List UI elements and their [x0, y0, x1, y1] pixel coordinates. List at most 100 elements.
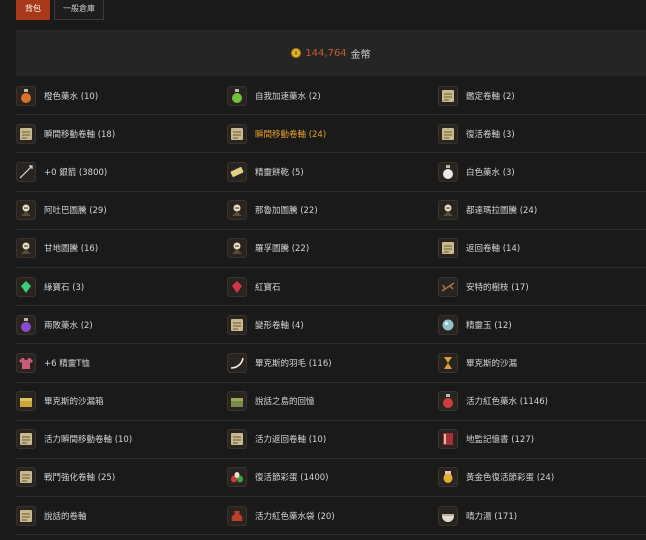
scroll-icon [227, 314, 247, 335]
inventory-item[interactable]: 甘地圖騰 (16) [16, 230, 227, 267]
inventory-item[interactable]: 鑑定卷軸 (2) [438, 77, 646, 114]
inventory-item[interactable]: 瞬間移動卷軸 (18) [16, 115, 227, 152]
eggs-icon [227, 467, 247, 488]
tab-bar: 背包 一般倉庫 [16, 0, 104, 20]
inventory-row: 活力瞬間移動卷軸 (10) 活力返回卷軸 (10) 地監記憶書 (127) [16, 421, 646, 459]
inventory-item[interactable]: 自我加速藥水 (2) [227, 77, 438, 114]
inventory-row: 畢克斯的沙漏箱 說話之島的回憶 活力紅色藥水 (1146) [16, 383, 646, 421]
item-label: 白色藥水 (3) [466, 167, 515, 178]
tshirt-icon [16, 352, 36, 373]
item-label: 活力返回卷軸 (10) [255, 435, 327, 446]
item-label: 瞬間移動卷軸 (18) [44, 129, 116, 140]
inventory-item[interactable]: 活力紅色藥水袋 (20) [227, 497, 438, 534]
inventory-item[interactable]: 那魯加圖騰 (22) [227, 192, 438, 229]
inventory-item[interactable]: 畢克斯的羽毛 (116) [227, 344, 438, 381]
ruby-icon [227, 276, 247, 297]
item-label: 羅孚圖騰 (22) [255, 244, 310, 255]
scroll-icon [16, 429, 36, 450]
item-label: 精靈餅乾 (5) [255, 167, 304, 178]
inventory-item[interactable]: 復活卷軸 (3) [438, 115, 646, 152]
inventory-row: 阿吐巴圖騰 (29) 那魯加圖騰 (22) 都達瑪拉圖騰 (24) [16, 192, 646, 230]
inventory-row: 說話的卷軸 活力紅色藥水袋 (20) 晴力湯 (171) [16, 497, 646, 536]
tab-general-storage[interactable]: 一般倉庫 [54, 0, 104, 20]
inventory-item[interactable]: 橙色藥水 (10) [16, 77, 227, 114]
item-label: 說話的卷軸 [44, 511, 87, 522]
item-label: 地監記憶書 (127) [466, 435, 535, 446]
inventory-grid: 橙色藥水 (10) 自我加速藥水 (2) 鑑定卷軸 (2) 瞬間移動卷軸 (18) 瞬間… [16, 77, 646, 536]
inventory-row: +6 精靈T恤 畢克斯的羽毛 (116) 畢克斯的沙漏 [16, 344, 646, 383]
inventory-item[interactable]: 畢克斯的沙漏 [438, 344, 646, 381]
inventory-item[interactable]: 戰鬥強化卷軸 (25) [16, 459, 227, 496]
scroll-icon [227, 123, 247, 144]
item-label: 活力瞬間移動卷軸 (10) [44, 435, 133, 446]
scroll-icon [16, 505, 36, 526]
inventory-item[interactable]: 復活節彩蛋 (1400) [227, 459, 438, 496]
gold-amount: 144,764 [305, 47, 347, 59]
scroll-icon [438, 238, 458, 259]
inventory-item[interactable]: 精靈玉 (12) [438, 306, 646, 343]
inventory-item[interactable]: 地監記憶書 (127) [438, 421, 646, 458]
purple-potion-icon [16, 314, 36, 335]
totem-icon [227, 200, 247, 221]
item-label: 甘地圖騰 (16) [44, 244, 99, 255]
totem-icon [438, 200, 458, 221]
coin-icon [291, 48, 302, 58]
gold-unit: 金幣 [350, 49, 371, 61]
inventory-row: 瞬間移動卷軸 (18) 瞬間移動卷軸 (24) 復活卷軸 (3) [16, 115, 646, 154]
inventory-row: 兩敗藥水 (2) 變形卷軸 (4) 精靈玉 (12) [16, 306, 646, 345]
inventory-item[interactable]: 黃金色復活節彩蛋 (24) [438, 459, 646, 496]
inventory-item[interactable]: 白色藥水 (3) [438, 153, 646, 190]
inventory-item[interactable]: 阿吐巴圖騰 (29) [16, 192, 227, 229]
scroll-icon [16, 123, 36, 144]
inventory-item[interactable]: 紅寶石 [227, 268, 438, 305]
item-label: 橙色藥水 (10) [44, 91, 99, 102]
branch-icon [438, 276, 458, 297]
item-label: 畢克斯的沙漏箱 [44, 397, 104, 408]
inventory-item[interactable]: 說話之島的回憶 [227, 383, 438, 420]
inventory-item[interactable]: 羅孚圖騰 (22) [227, 230, 438, 267]
inventory-item[interactable]: 活力紅色藥水 (1146) [438, 383, 646, 420]
item-label: 復活卷軸 (3) [466, 129, 515, 140]
inventory-item[interactable]: 綠寶石 (3) [16, 268, 227, 305]
inventory-item[interactable]: 畢克斯的沙漏箱 [16, 383, 227, 420]
item-label: 畢克斯的沙漏 [466, 358, 518, 369]
item-label: 畢克斯的羽毛 (116) [255, 358, 332, 369]
soup-icon [438, 505, 458, 526]
inventory-item[interactable]: 安特的樹枝 (17) [438, 268, 646, 305]
gold-bar: 144,764 金幣 [16, 30, 646, 76]
inventory-item[interactable]: 都達瑪拉圖騰 (24) [438, 192, 646, 229]
biscuit-icon [227, 161, 247, 182]
inventory-item[interactable]: +0 銀箭 (3800) [16, 153, 227, 190]
inventory-item[interactable]: 說話的卷軸 [16, 497, 227, 534]
inventory-item[interactable]: +6 精靈T恤 [16, 344, 227, 381]
item-label: 自我加速藥水 (2) [255, 91, 321, 102]
orange-potion-icon [16, 85, 36, 106]
inventory-item[interactable]: 晴力湯 (171) [438, 497, 646, 534]
emerald-icon [16, 276, 36, 297]
inventory-item[interactable]: 變形卷軸 (4) [227, 306, 438, 343]
item-label: 晴力湯 (171) [466, 511, 518, 522]
tab-backpack[interactable]: 背包 [16, 0, 50, 20]
item-label: 戰鬥強化卷軸 (25) [44, 473, 116, 484]
inventory-item[interactable]: 兩敗藥水 (2) [16, 306, 227, 343]
item-label: +6 精靈T恤 [44, 358, 90, 369]
item-label: 那魯加圖騰 (22) [255, 206, 318, 217]
inventory-item[interactable]: 瞬間移動卷軸 (24) [227, 115, 438, 152]
book-icon [438, 429, 458, 450]
green-potion-icon [227, 85, 247, 106]
white-potion-icon [438, 161, 458, 182]
inventory-item[interactable]: 活力返回卷軸 (10) [227, 421, 438, 458]
scroll-icon [438, 85, 458, 106]
scroll-icon [227, 429, 247, 450]
inventory-item[interactable]: 精靈餅乾 (5) [227, 153, 438, 190]
inventory-row: 綠寶石 (3) 紅寶石 安特的樹枝 (17) [16, 268, 646, 307]
item-label: 活力紅色藥水袋 (20) [255, 511, 335, 522]
feather-icon [227, 352, 247, 373]
scroll-icon [16, 467, 36, 488]
red-potion-icon [438, 391, 458, 412]
inventory-item[interactable]: 返回卷軸 (14) [438, 230, 646, 267]
orb-icon [438, 314, 458, 335]
item-label: 黃金色復活節彩蛋 (24) [466, 473, 555, 484]
inventory-row: 橙色藥水 (10) 自我加速藥水 (2) 鑑定卷軸 (2) [16, 77, 646, 116]
inventory-item[interactable]: 活力瞬間移動卷軸 (10) [16, 421, 227, 458]
